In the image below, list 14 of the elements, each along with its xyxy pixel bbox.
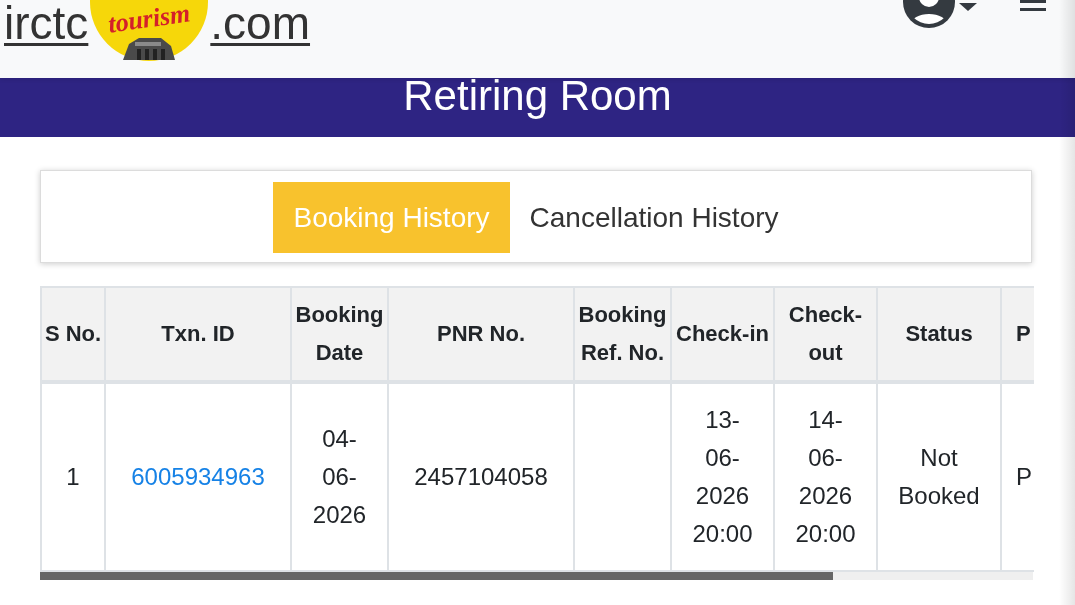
tab[interactable]: Cancellation History	[509, 182, 799, 253]
logo-text-link[interactable]: irctc	[4, 0, 89, 46]
logo-tagline-text: tourism	[106, 1, 192, 37]
horizontal-scrollbar[interactable]	[40, 572, 1033, 580]
user-menu-button[interactable]	[903, 0, 977, 28]
table-cell: 1	[41, 382, 105, 571]
locomotive-icon	[121, 38, 178, 60]
page-title: Retiring Room	[403, 78, 672, 121]
logo-text-link[interactable]: .com	[210, 0, 310, 46]
menu-button[interactable]	[1020, 0, 1046, 11]
scrollbar-thumb[interactable]	[40, 572, 833, 580]
menu-icon	[1020, 0, 1046, 11]
transaction-id-link[interactable]: 6005934963	[131, 463, 265, 490]
caret-icon	[959, 3, 977, 11]
